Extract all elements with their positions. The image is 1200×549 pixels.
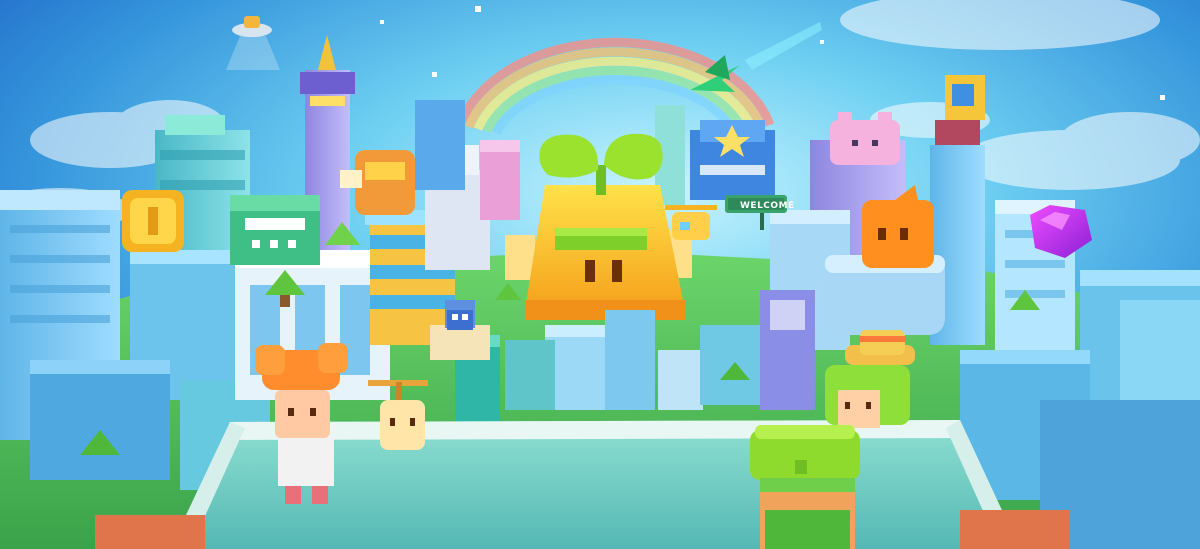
small-robot-character: [447, 310, 473, 330]
dino-building: [230, 195, 320, 265]
welcome-sign-text: WELCOME: [740, 201, 795, 211]
game-scene: WELCOME: [0, 0, 1200, 549]
foreground-block-right: [960, 510, 1070, 549]
gold-coin-icon: [122, 190, 184, 252]
sprout-hat-character: [750, 425, 860, 549]
foreground-block-left: [95, 515, 205, 549]
